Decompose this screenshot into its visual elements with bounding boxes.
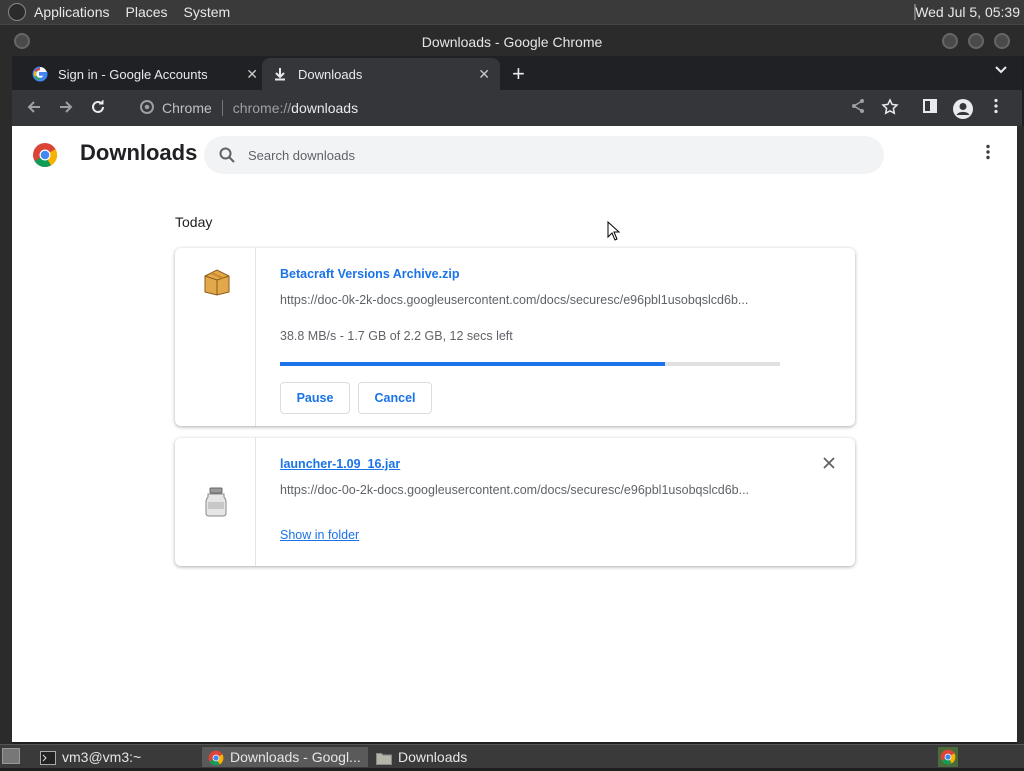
cancel-button[interactable]: Cancel [358, 382, 432, 414]
close-tab-icon[interactable]: ✕ [246, 66, 258, 83]
show-in-folder-link[interactable]: Show in folder [280, 528, 359, 542]
search-downloads[interactable] [204, 136, 884, 174]
taskbar-item-chrome[interactable]: Downloads - Googl... [202, 747, 368, 767]
taskbar-item-label: Downloads [398, 749, 468, 765]
page-header: Downloads [12, 126, 1017, 184]
taskbar-item-terminal[interactable]: vm3@vm3:~ [34, 747, 200, 767]
search-input[interactable] [248, 144, 848, 166]
file-name-link[interactable]: launcher-1.09_16.jar [280, 457, 400, 471]
url-host: downloads [291, 100, 359, 116]
window-edge-left [0, 56, 12, 744]
file-name-link[interactable]: Betacraft Versions Archive.zip [280, 267, 459, 281]
clock[interactable]: Wed Jul 5, 05:39 [915, 0, 1020, 24]
show-desktop-icon[interactable] [2, 748, 20, 764]
chrome-icon [140, 99, 154, 117]
top-panel: Applications Places System Wed Jul 5, 05… [0, 0, 1024, 24]
taskbar-item-label: Downloads - Googl... [230, 749, 361, 765]
terminal-icon [40, 750, 56, 765]
maximize-icon[interactable] [968, 33, 984, 49]
download-item: launcher-1.09_16.jar https://doc-0o-2k-d… [175, 438, 855, 566]
minimize-icon[interactable] [942, 33, 958, 49]
share-icon[interactable] [848, 98, 868, 118]
file-url[interactable]: https://doc-0o-2k-docs.googleusercontent… [280, 483, 780, 497]
tab-search-chevron-icon[interactable] [994, 62, 1008, 78]
tray-chrome-icon[interactable] [938, 747, 958, 767]
archive-box-icon [203, 266, 231, 301]
google-g-icon [32, 66, 48, 82]
download-status: 38.8 MB/s - 1.7 GB of 2.2 GB, 12 secs le… [280, 329, 513, 343]
close-tab-icon[interactable]: ✕ [478, 66, 490, 83]
file-icon-column [175, 438, 256, 566]
menu-applications[interactable]: Applications [26, 0, 118, 24]
mouse-cursor-icon [607, 220, 621, 246]
folder-icon [376, 750, 392, 765]
file-url[interactable]: https://doc-0k-2k-docs.googleusercontent… [280, 293, 780, 307]
window-title: Downloads - Google Chrome [421, 34, 603, 50]
url-scheme: chrome:// [232, 100, 292, 116]
tab-label: Downloads [298, 66, 363, 82]
profile-avatar-icon[interactable] [952, 98, 973, 119]
taskbar: vm3@vm3:~ Downloads - Googl... Downloads [0, 744, 1024, 768]
file-icon-column [175, 248, 256, 426]
chrome-logo-icon [32, 142, 58, 168]
download-item: Betacraft Versions Archive.zip https://d… [175, 248, 855, 426]
date-header: Today [175, 214, 213, 230]
menu-system[interactable]: System [176, 0, 239, 24]
downloads-page: Downloads Today Betacraft Versions Archi [12, 126, 1017, 742]
side-panel-icon[interactable] [920, 98, 940, 118]
new-tab-icon[interactable]: + [512, 61, 525, 87]
taskbar-item-folder[interactable]: Downloads [370, 747, 536, 767]
window-menu-icon[interactable] [14, 33, 30, 49]
chrome-icon [208, 750, 224, 766]
download-icon [272, 66, 288, 82]
progress-fill [280, 362, 665, 366]
pause-button[interactable]: Pause [280, 382, 350, 414]
back-icon[interactable] [24, 98, 44, 118]
tab-downloads[interactable]: Downloads ✕ [262, 58, 500, 90]
bookmark-star-icon[interactable] [880, 98, 900, 118]
download-progress-bar [280, 362, 780, 366]
forward-icon[interactable] [56, 98, 76, 118]
jar-icon [203, 486, 229, 523]
gnome-foot-icon[interactable] [8, 3, 26, 21]
page-title: Downloads [80, 140, 198, 165]
window-edge-right [1017, 126, 1024, 744]
window-titlebar[interactable]: Downloads - Google Chrome [0, 24, 1024, 56]
chrome-menu-icon[interactable] [986, 98, 1006, 118]
remove-from-list-icon[interactable] [823, 456, 835, 474]
search-icon [218, 146, 236, 164]
site-chip-label: Chrome [162, 100, 212, 116]
address-bar[interactable]: Chrome chrome://downloads [132, 94, 852, 122]
more-actions-icon[interactable] [985, 144, 991, 160]
close-window-icon[interactable] [994, 33, 1010, 49]
browser-toolbar: Chrome chrome://downloads [12, 90, 1022, 126]
omnibox-divider [221, 100, 223, 116]
tab-sign-in[interactable]: Sign in - Google Accounts ✕ [22, 58, 268, 90]
site-chip[interactable]: Chrome [140, 99, 212, 117]
tab-label: Sign in - Google Accounts [58, 66, 208, 82]
taskbar-item-label: vm3@vm3:~ [62, 749, 142, 765]
menu-places[interactable]: Places [118, 0, 176, 24]
reload-icon[interactable] [88, 98, 108, 118]
tab-strip: Sign in - Google Accounts ✕ Downloads ✕ … [12, 56, 1022, 90]
